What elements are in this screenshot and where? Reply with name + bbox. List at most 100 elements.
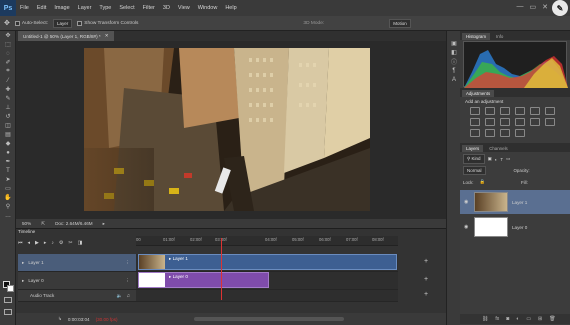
paragraph-panel-icon[interactable]: ¶ <box>447 66 461 75</box>
visibility-eye-icon[interactable]: ◉ <box>464 199 470 205</box>
menu-filter[interactable]: Filter <box>139 5 159 11</box>
close-button[interactable]: ✕ <box>542 3 548 11</box>
workspace-dropdown[interactable]: Motion <box>389 18 411 28</box>
levels-icon[interactable] <box>485 107 495 115</box>
invert-icon[interactable] <box>545 118 555 126</box>
next-frame-icon[interactable]: ▸ <box>44 240 47 246</box>
menu-3d[interactable]: 3D <box>159 5 174 11</box>
pen-tool-icon[interactable]: ✒ <box>0 157 16 166</box>
timeline-ruler[interactable]: 00 01:00f 02:00f 03:00f 04:00f 05:00f 06… <box>136 236 398 246</box>
track-header-layer1[interactable]: ▸ Layer 1 ⋮ <box>18 254 136 272</box>
close-tab-icon[interactable]: ✕ <box>105 33 109 39</box>
color-balance-icon[interactable] <box>470 118 480 126</box>
settings-icon[interactable]: ⚙ <box>59 240 63 246</box>
group-icon[interactable]: ▭ <box>526 316 531 322</box>
menu-help[interactable]: Help <box>221 5 240 11</box>
add-media-icon[interactable]: + <box>424 276 428 283</box>
history-panel-icon[interactable]: ▣ <box>447 39 461 48</box>
move-tool-icon[interactable]: ✥ <box>0 31 16 40</box>
render-video-icon[interactable]: ↳ <box>58 316 62 322</box>
layer-row-layer1[interactable]: ◉ Layer 1 <box>460 190 570 214</box>
filter-shape-icon[interactable]: ▭ <box>506 156 510 162</box>
quick-mask-icon[interactable] <box>4 297 12 303</box>
layer-kind-dropdown[interactable]: ⚲ Kind <box>463 154 485 164</box>
hand-tool-icon[interactable]: ✋ <box>0 193 16 202</box>
add-audio-icon[interactable]: + <box>424 291 428 298</box>
dodge-tool-icon[interactable]: ● <box>0 148 16 157</box>
brightness-icon[interactable] <box>470 107 480 115</box>
menu-window[interactable]: Window <box>194 5 222 11</box>
mute-icon[interactable]: 🔈 <box>117 293 123 299</box>
tab-channels[interactable]: Channels <box>485 145 512 152</box>
video-clip-layer1[interactable]: ▸ Layer 1 <box>138 254 397 270</box>
menu-image[interactable]: Image <box>50 5 73 11</box>
filter-type-icon[interactable]: T <box>500 157 503 162</box>
delete-layer-icon[interactable]: 🗑 <box>549 316 555 322</box>
auto-select-checkbox[interactable] <box>14 20 20 26</box>
info-panel-icon[interactable]: ⓘ <box>447 57 461 66</box>
playhead[interactable] <box>221 238 222 300</box>
move-tool-icon[interactable]: ✥ <box>4 19 10 27</box>
lasso-tool-icon[interactable]: ◌ <box>0 49 16 58</box>
quick-select-tool-icon[interactable]: ✐ <box>0 58 16 67</box>
exposure-icon[interactable] <box>515 107 525 115</box>
add-media-icon[interactable]: + <box>424 258 428 265</box>
healing-brush-icon[interactable]: ✚ <box>0 85 16 94</box>
transition-icon[interactable]: ◨ <box>78 240 83 246</box>
adjustment-layer-icon[interactable]: ◐ <box>516 316 519 322</box>
screen-mode-icon[interactable] <box>4 309 12 315</box>
shape-tool-icon[interactable]: ▭ <box>0 184 16 193</box>
layer-row-layer0[interactable]: ◉ Layer 0 <box>460 215 570 239</box>
status-arrow-icon[interactable]: ▸ <box>103 221 105 227</box>
track-options-icon[interactable]: ⋮ <box>125 260 130 266</box>
fx-icon[interactable]: fx <box>495 316 499 322</box>
auto-select-option[interactable]: Auto-Select: <box>14 20 48 26</box>
channel-mixer-icon[interactable] <box>515 118 525 126</box>
split-icon[interactable]: ✂ <box>68 240 72 246</box>
play-icon[interactable]: ▶ <box>35 240 39 246</box>
maximize-button[interactable]: ▭ <box>530 3 537 11</box>
history-brush-icon[interactable]: ↺ <box>0 112 16 121</box>
blur-tool-icon[interactable]: ◆ <box>0 139 16 148</box>
path-select-icon[interactable]: ➤ <box>0 175 16 184</box>
video-clip-layer0[interactable]: ▸ Layer 0 <box>138 272 269 288</box>
menu-layer[interactable]: Layer <box>74 5 96 11</box>
posterize-icon[interactable] <box>470 129 480 137</box>
link-layers-icon[interactable]: ⛓ <box>482 316 488 322</box>
lock-icon[interactable]: 🔒 <box>480 179 485 185</box>
tab-layers[interactable]: Layers <box>462 145 484 152</box>
tab-histogram[interactable]: Histogram <box>462 33 491 40</box>
menu-edit[interactable]: Edit <box>33 5 50 11</box>
zoom-level[interactable]: 50% <box>22 221 31 226</box>
audio-note-icon[interactable]: ♫ <box>127 293 130 298</box>
first-frame-icon[interactable]: ⏮ <box>18 240 23 246</box>
document-canvas-image[interactable] <box>84 48 370 211</box>
audio-icon[interactable]: ♪ <box>51 240 54 246</box>
tab-adjustments[interactable]: Adjustments <box>462 90 495 97</box>
eraser-tool-icon[interactable]: ◫ <box>0 121 16 130</box>
character-panel-icon[interactable]: A <box>447 75 461 84</box>
filter-adjust-icon[interactable]: ◐ <box>495 157 498 162</box>
menu-view[interactable]: View <box>174 5 194 11</box>
expand-arrow-icon[interactable]: ▸ <box>22 260 24 266</box>
eyedropper-tool-icon[interactable]: ⁄ <box>0 76 16 85</box>
clone-stamp-icon[interactable]: ⊥ <box>0 103 16 112</box>
background-color-swatch[interactable] <box>7 285 14 292</box>
export-icon[interactable]: ⇱ <box>41 221 45 227</box>
more-tools-icon[interactable]: … <box>0 211 16 220</box>
black-white-icon[interactable] <box>485 118 495 126</box>
zoom-tool-icon[interactable]: ⚲ <box>0 202 16 211</box>
hue-icon[interactable] <box>545 107 555 115</box>
filter-pixel-icon[interactable]: ▣ <box>488 156 492 162</box>
new-layer-icon[interactable]: ⊞ <box>538 316 542 322</box>
gradient-tool-icon[interactable]: ▤ <box>0 130 16 139</box>
auto-select-dropdown[interactable]: Layer <box>53 18 73 28</box>
vibrance-icon[interactable] <box>530 107 540 115</box>
threshold-icon[interactable] <box>485 129 495 137</box>
selective-color-icon[interactable] <box>515 129 525 137</box>
mask-icon[interactable]: ◙ <box>506 316 509 322</box>
menu-type[interactable]: Type <box>95 5 115 11</box>
photo-filter-icon[interactable] <box>500 118 510 126</box>
track-header-audio[interactable]: Audio Track 🔈 ♫ <box>18 290 136 302</box>
marquee-tool-icon[interactable]: ⬚ <box>0 40 16 49</box>
